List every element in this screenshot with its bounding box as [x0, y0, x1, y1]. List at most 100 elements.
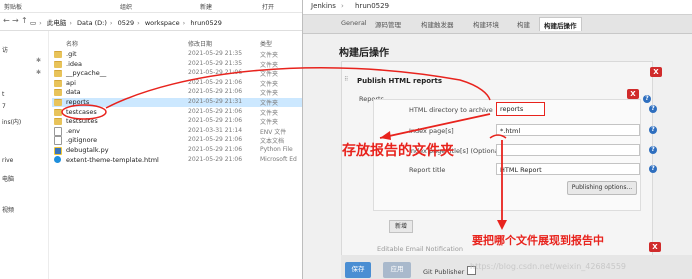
nav-item-7[interactable]: 7 [2, 103, 6, 110]
file-type: 文本文档 [260, 138, 285, 146]
file-row[interactable]: testcases 2021-05-29 21:06 文件夹 [52, 108, 302, 117]
file-date: 2021-05-29 21:06 [188, 69, 243, 77]
ribbon-group-clipboard[interactable]: 剪贴板 [4, 2, 22, 11]
file-row[interactable]: __pycache__ 2021-05-29 21:06 文件夹 [52, 69, 302, 78]
tab-scm[interactable]: 源码管理 [375, 19, 401, 29]
navigation-pane: 访 ✱ ✱ t 7 ins(内) rive 电脑 视频 [0, 31, 49, 279]
file-name: testsuites [66, 117, 98, 126]
column-header-name[interactable]: 名称 [66, 39, 78, 48]
tab-post-build[interactable]: 构建后操作 [539, 17, 582, 31]
tab-environment[interactable]: 构建环境 [473, 19, 499, 29]
folder-icon [54, 99, 62, 106]
file-type: 文件夹 [260, 119, 279, 127]
file-row[interactable]: data 2021-05-29 21:06 文件夹 [52, 88, 302, 97]
folder-icon [54, 51, 62, 58]
up-arrow-icon[interactable]: ↑ [21, 16, 28, 25]
file-type: 文件夹 [260, 109, 279, 117]
python-file-icon [54, 147, 62, 155]
file-name: extent-theme-template.html [66, 155, 159, 164]
back-arrow-icon[interactable]: ← [3, 16, 10, 25]
address-bar[interactable]: ← → ↑ ▭ › 此电脑 › Data (D:) › 0529 › workspace… [0, 13, 302, 31]
file-date: 2021-05-29 21:06 [188, 117, 243, 125]
help-icon[interactable]: ? [649, 165, 657, 173]
folder-icon [54, 70, 62, 78]
file-row[interactable]: .git 2021-05-29 21:35 文件夹 [52, 50, 302, 59]
save-button[interactable]: 保存 [345, 262, 371, 278]
delete-report-button[interactable]: X [627, 89, 639, 99]
file-name: reports [66, 98, 90, 106]
folder-icon [54, 79, 62, 87]
file-name: __pycache__ [66, 69, 107, 78]
ribbon-group-new[interactable]: 新建 [200, 2, 212, 11]
jenkins-breadcrumb-bar: Jenkins › hrun0529 › [303, 0, 692, 15]
breadcrumb[interactable]: ▭ › 此电脑 › Data (D:) › 0529 › workspace › hrun… [30, 17, 222, 27]
file-type: 文件夹 [260, 52, 279, 59]
ribbon-group-organize[interactable]: 组织 [120, 2, 132, 11]
file-explorer-window: 剪贴板 组织 新建 打开 ← → ↑ ▭ › 此电脑 › Data (D:) › 05… [0, 0, 302, 279]
chevron-right-icon: › [387, 2, 390, 10]
help-icon[interactable]: ? [649, 146, 657, 154]
report-title-input[interactable]: HTML Report [496, 163, 640, 175]
file-name: .env [66, 126, 81, 135]
nav-item-drive[interactable]: rive [2, 157, 13, 164]
computer-icon: ▭ [30, 19, 37, 27]
tab-general[interactable]: General [341, 19, 367, 27]
file-row[interactable]: .gitignore 2021-05-29 21:06 文本文档 [52, 136, 302, 146]
file-name: testcases [66, 107, 97, 116]
folder-icon [54, 108, 62, 116]
file-row[interactable]: debugtalk.py 2021-05-29 21:06 Python File [52, 146, 302, 155]
index-pages-input[interactable]: *.html [496, 124, 640, 136]
index-page-titles-input[interactable] [496, 144, 640, 156]
nav-item-quick-access[interactable]: 访 [2, 45, 8, 54]
folder-icon [54, 60, 62, 68]
chevron-right-icon: › [341, 2, 344, 10]
report-note-annotation: 要把哪个文件展现到报告中 [472, 234, 604, 247]
file-row[interactable]: testsuites 2021-05-29 21:06 文件夹 [52, 117, 302, 126]
file-row[interactable]: .idea 2021-05-29 21:35 文件夹 [52, 60, 302, 69]
nav-item-t[interactable]: t [2, 91, 4, 98]
report-title-label: Report title [409, 166, 446, 174]
tab-build[interactable]: 构建 [517, 19, 530, 29]
help-icon[interactable]: ? [643, 95, 651, 103]
breadcrumb-workspace[interactable]: workspace [145, 19, 180, 27]
drag-handle-icon[interactable]: ⠿ [344, 76, 348, 83]
file-name: .git [66, 50, 77, 58]
file-row[interactable]: api 2021-05-29 21:06 文件夹 [52, 79, 302, 88]
breadcrumb-this-pc[interactable]: 此电脑 [47, 19, 67, 27]
ribbon-groups: 剪贴板 组织 新建 打开 [0, 0, 302, 13]
publishing-options-button[interactable]: Publishing options... [567, 181, 637, 195]
folder-icon [54, 89, 62, 97]
add-report-button[interactable]: 新增 [389, 220, 413, 233]
delete-publisher-button[interactable]: X [650, 67, 662, 77]
html-directory-input[interactable]: reports [496, 102, 545, 116]
git-publisher-label: Git Publisher [423, 268, 465, 276]
column-header-type[interactable]: 类型 [260, 39, 272, 48]
nav-item-this-pc[interactable]: 电脑 [2, 174, 14, 183]
breadcrumb-job[interactable]: hrun0529 [355, 2, 389, 10]
nav-item-videos[interactable]: 视频 [2, 205, 14, 214]
column-header-date[interactable]: 修改日期 [188, 39, 212, 48]
breadcrumb-jenkins[interactable]: Jenkins [311, 2, 336, 10]
nav-item-ins[interactable]: ins(内) [2, 117, 21, 126]
file-date: 2021-05-29 21:06 [188, 136, 243, 144]
ribbon-group-open[interactable]: 打开 [262, 2, 274, 11]
file-row[interactable]: reports 2021-05-29 21:31 文件夹 [52, 98, 302, 107]
file-row[interactable]: .env 2021-03-31 21:14 ENV 文件 [52, 126, 302, 136]
forward-arrow-icon[interactable]: → [12, 16, 19, 25]
file-date: 2021-05-29 21:06 [188, 88, 243, 96]
file-date: 2021-05-29 21:06 [188, 78, 243, 86]
breadcrumb-drive[interactable]: Data (D:) [77, 19, 107, 27]
file-name: api [66, 78, 76, 87]
file-type: 文件夹 [260, 100, 279, 107]
file-row[interactable]: extent-theme-template.html 2021-05-29 21:… [52, 155, 302, 165]
help-icon[interactable]: ? [649, 126, 657, 134]
file-date: 2021-05-29 21:06 [188, 146, 243, 153]
delete-email-button[interactable]: X [649, 242, 661, 252]
apply-button[interactable]: 应用 [383, 262, 411, 278]
file-icon [54, 126, 62, 136]
file-type: 文件夹 [260, 71, 279, 79]
help-icon[interactable]: ? [649, 105, 657, 113]
breadcrumb-hrun0529[interactable]: hrun0529 [190, 19, 222, 27]
tab-triggers[interactable]: 构建触发器 [421, 19, 454, 29]
breadcrumb-0529[interactable]: 0529 [118, 19, 135, 27]
